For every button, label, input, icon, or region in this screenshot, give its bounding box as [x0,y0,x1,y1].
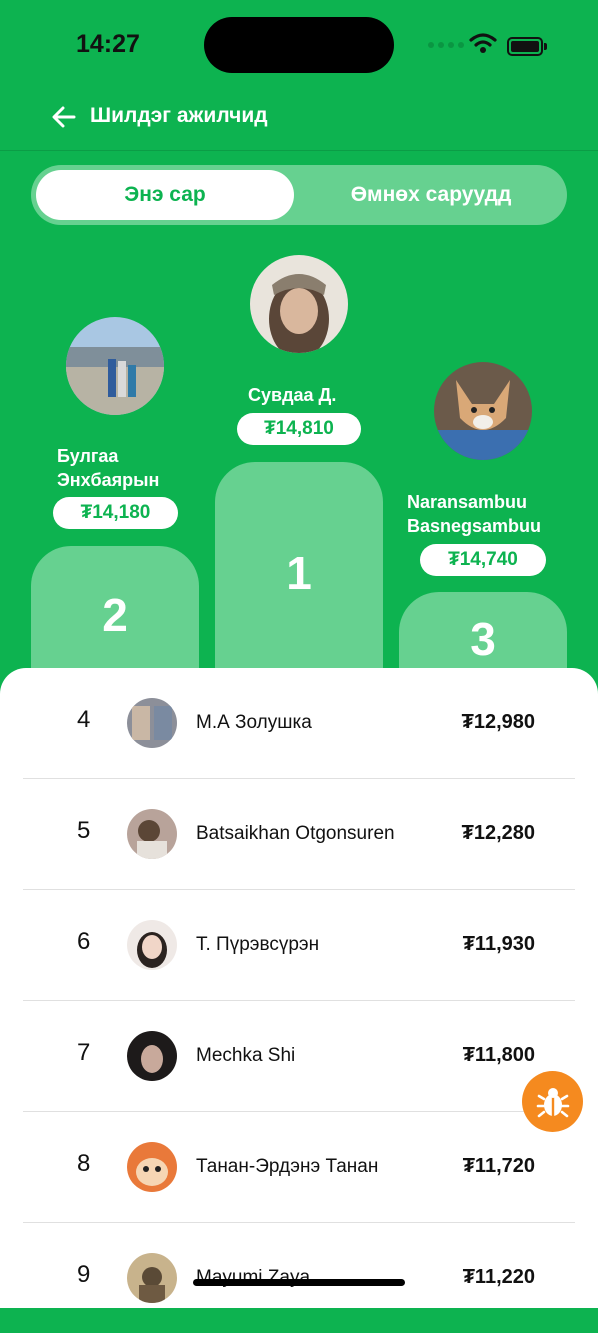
avatar-rank-2[interactable] [66,317,164,415]
employee-name: Танан-Эрдэнэ Танан [196,1156,379,1177]
avatar [127,1142,177,1192]
rank-number: 4 [77,706,91,733]
rank-number: 7 [77,1039,91,1066]
employee-amount: ₮11,930 [462,933,535,955]
leaderboard-row[interactable]: 5 Batsaikhan Otgonsuren ₮12,280 [23,779,575,890]
employee-amount: ₮11,800 [462,1044,535,1066]
avatar [127,920,177,970]
employee-amount: ₮11,720 [462,1155,535,1177]
tab-this-month[interactable]: Энэ сар [36,170,294,220]
leaderboard-list: 4 М.А Золушка ₮12,980 5 Batsaikhan Otgon… [0,668,598,1308]
leaderboard-row[interactable]: 8 Танан-Эрдэнэ Танан ₮11,720 [23,1112,575,1223]
dynamic-island [204,17,394,73]
avatar-rank-1[interactable] [250,255,348,353]
podium-amount-rank-2: ₮14,180 [53,497,178,529]
rank-number: 9 [77,1261,91,1288]
app-header: Шилдэг ажилчид [0,92,598,151]
leaderboard-row[interactable]: 7 Mechka Shi ₮11,800 [23,1001,575,1112]
leaderboard-row[interactable]: 4 М.А Золушка ₮12,980 [23,668,575,779]
home-indicator [193,1279,405,1286]
podium-block-rank-2: 2 [31,546,199,668]
debug-fab-button[interactable] [522,1071,583,1132]
page-title: Шилдэг ажилчид [90,104,268,127]
employee-amount: ₮12,980 [461,711,535,733]
battery-icon [507,37,547,56]
rank-number: 6 [77,928,91,955]
podium-name-rank-2: Булгаа Энхбаярын [57,446,160,490]
wifi-icon [469,33,497,53]
arrow-left-icon[interactable] [50,103,78,131]
leaderboard-row[interactable]: 9 Mayumi Zaya ₮11,220 [23,1223,575,1333]
employee-name: Т. Пүрэвсүрэн [196,934,320,955]
status-bar: 14:27 [0,0,598,92]
podium-block-rank-3: 3 [399,592,567,668]
cellular-signal-icon [428,42,464,48]
bug-icon [536,1087,569,1117]
rank-number: 8 [77,1150,91,1177]
employee-amount: ₮12,280 [461,822,535,844]
podium-amount-rank-3: ₮14,740 [420,544,546,576]
podium-name-rank-3: Naransambuu Basnegsambuu [407,492,542,536]
rank-number: 5 [77,817,91,844]
avatar-rank-3[interactable] [434,362,532,460]
avatar [127,698,177,748]
leaderboard-row[interactable]: 6 Т. Пүрэвсүрэн ₮11,930 [23,890,575,1001]
employee-name: Batsaikhan Otgonsuren [196,823,395,844]
podium-name-rank-1: Сувдаа Д. [248,385,337,405]
period-tabs: Энэ сар Өмнөх саруудд [31,165,567,225]
avatar [127,1253,177,1303]
employee-name: М.А Золушка [196,712,312,733]
avatar [127,1031,177,1081]
avatar [127,809,177,859]
podium-amount-rank-1: ₮14,810 [237,413,361,445]
employee-amount: ₮11,220 [462,1266,535,1288]
podium-block-rank-1: 1 [215,462,383,668]
tab-previous-months[interactable]: Өмнөх саруудд [299,170,563,220]
status-time: 14:27 [76,30,140,58]
employee-name: Mechka Shi [196,1045,296,1066]
